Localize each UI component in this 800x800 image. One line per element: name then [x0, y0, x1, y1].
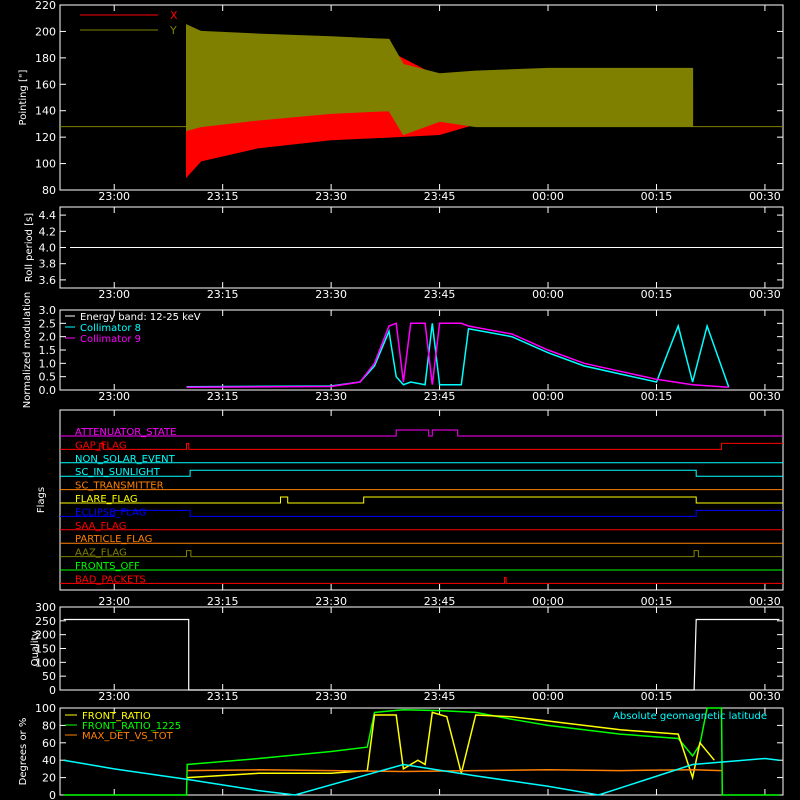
modulation-line-collimator-9: [186, 322, 729, 389]
x-tick-label: 00:15: [641, 288, 673, 301]
pointing-panel: 23:00 23:15 23:30 23:45 00:00 00:15 00:30 80 100…: [18, 0, 784, 203]
y-tick-label: 0.0: [39, 384, 57, 397]
y-tick-label: 80: [42, 719, 56, 732]
x-tick-label: 00:30: [749, 390, 781, 403]
x-tick-label: 23:30: [315, 595, 347, 608]
x-tick-label: 23:15: [207, 595, 239, 608]
quality-line: [63, 618, 780, 691]
pointing-band-y: [186, 24, 694, 136]
ratios-panel: 020406080100Degrees or %FRONT_RATIOFRONT…: [18, 702, 784, 800]
x-tick-label: 00:15: [641, 690, 673, 703]
x-tick-label: 00:00: [532, 390, 564, 403]
x-tick-label: 23:00: [98, 690, 130, 703]
y-tick-label: 100: [35, 702, 56, 715]
legend-label: X: [170, 9, 178, 22]
y-tick-label: 200: [35, 25, 56, 38]
flag-line: [60, 496, 783, 504]
y-tick-label: 4.2: [39, 225, 57, 238]
flags-panel: 23:00 23:15 23:30 23:45 00:00 00:15 00:30 Flags…: [36, 409, 784, 608]
figure: 23:00 23:15 23:30 23:45 00:00 00:15 00:30 80 100…: [18, 0, 784, 800]
y-axis-label: Degrees or %: [18, 718, 29, 786]
x-tick-label: 00:00: [532, 595, 564, 608]
y-tick-label: 1.0: [39, 357, 57, 370]
x-tick-label: 23:30: [315, 288, 347, 301]
y-tick-label: 20: [42, 772, 56, 785]
x-tick-label: 23:00: [98, 288, 130, 301]
y-tick-label: 100: [35, 158, 56, 171]
y-axis-label: Flags: [36, 487, 47, 513]
y-axis-label: Pointing ["]: [18, 69, 29, 125]
y-tick-label: 180: [35, 52, 56, 65]
y-tick-label: 0: [49, 684, 56, 697]
x-tick-label: 23:30: [315, 390, 347, 403]
y-tick-label: 80: [42, 184, 56, 197]
y-tick-label: 40: [42, 754, 56, 767]
y-tick-label: 3.8: [39, 258, 57, 271]
y-tick-label: 220: [35, 0, 56, 12]
x-tick-label: 00:30: [749, 288, 781, 301]
legend-label: Collimator 8: [80, 323, 141, 334]
roll-panel: 23:00 23:15 23:30 23:45 00:00 00:15 00:30 3.6 3.…: [24, 206, 784, 301]
x-tick-label: 23:30: [315, 690, 347, 703]
y-tick-label: 0: [49, 789, 56, 800]
x-tick-label: 00:15: [641, 190, 673, 203]
y-tick-label: 2.5: [39, 317, 57, 330]
x-tick-label: 00:00: [532, 190, 564, 203]
flag-line: [60, 550, 783, 558]
x-tick-label: 23:15: [207, 288, 239, 301]
x-tick-label: 23:45: [424, 390, 456, 403]
y-tick-label: 4.4: [39, 209, 57, 222]
legend-label: Absolute geomagnetic latitude: [613, 711, 767, 722]
y-tick-label: 60: [42, 737, 56, 750]
x-tick-label: 23:45: [424, 288, 456, 301]
y-tick-label: 1.5: [39, 344, 57, 357]
x-tick-label: 00:00: [532, 288, 564, 301]
x-tick-label: 00:30: [749, 595, 781, 608]
y-tick-label: 160: [35, 78, 56, 91]
ratio-line-front_ratio: [187, 711, 715, 781]
y-axis-label: Quality: [30, 631, 41, 667]
x-tick-label: 23:15: [207, 390, 239, 403]
ratio-line-max_det_vs_tot: [187, 769, 722, 773]
flag-line: [60, 576, 783, 584]
quality-panel: 23:00 23:15 23:30 23:45 00:00 00:15 00:3005010…: [30, 601, 784, 703]
x-tick-label: 00:15: [641, 390, 673, 403]
y-tick-label: 140: [35, 105, 56, 118]
y-tick-label: 300: [35, 601, 56, 614]
x-tick-label: 00:30: [749, 690, 781, 703]
legend-label: Collimator 9: [80, 334, 141, 345]
modulation-panel: 23:00 23:15 23:30 23:45 00:00 00:15 00:30 0.00.…: [22, 292, 784, 409]
y-axis-label: Roll period [s]: [24, 213, 35, 282]
legend-label: Energy band: 12-25 keV: [80, 312, 201, 323]
x-tick-label: 00:00: [532, 690, 564, 703]
x-tick-label: 23:15: [207, 190, 239, 203]
y-tick-label: 0.5: [39, 371, 57, 384]
y-tick-label: 3.6: [39, 274, 57, 287]
x-tick-label: 23:15: [207, 690, 239, 703]
x-tick-label: 23:00: [98, 595, 130, 608]
y-tick-label: 4.0: [39, 242, 57, 255]
y-tick-label: 2.0: [39, 331, 57, 344]
x-tick-label: 23:30: [315, 190, 347, 203]
y-tick-label: 50: [42, 670, 56, 683]
legend-label: Y: [169, 24, 177, 37]
x-tick-label: 23:00: [98, 190, 130, 203]
flag-line: [60, 442, 783, 450]
x-tick-label: 00:15: [641, 595, 673, 608]
y-tick-label: 3.0: [39, 304, 57, 317]
x-tick-label: 23:45: [424, 595, 456, 608]
flag-line: [60, 469, 783, 477]
y-axis-label: Normalized modulation: [22, 292, 33, 409]
x-tick-label: 23:45: [424, 690, 456, 703]
x-tick-label: 00:30: [749, 190, 781, 203]
y-tick-label: 120: [35, 131, 56, 144]
flag-line: [60, 509, 783, 517]
x-tick-label: 23:45: [424, 190, 456, 203]
x-tick-label: 23:00: [98, 390, 130, 403]
y-tick-label: 250: [35, 615, 56, 628]
legend-label: MAX_DET_VS_TOT: [82, 731, 174, 742]
ratio-line-absolute-geomagnetic-latitude: [63, 757, 780, 796]
